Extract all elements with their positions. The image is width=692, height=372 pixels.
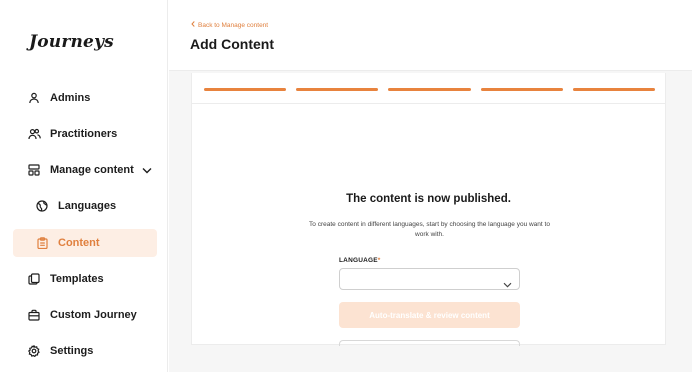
briefcase-icon <box>27 308 41 322</box>
language-label: LANGUAGE* <box>339 257 381 264</box>
sidebar-item-settings[interactable]: Settings <box>13 337 157 365</box>
divider <box>192 103 665 104</box>
sidebar-item-custom-journey[interactable]: Custom Journey <box>13 301 157 329</box>
back-link-label: Back to Manage content <box>198 21 269 29</box>
sidebar-item-content[interactable]: Content <box>13 229 157 257</box>
stepper-step <box>388 88 471 91</box>
chevron-left-icon <box>191 21 195 29</box>
globe-icon <box>35 199 49 213</box>
published-title: The content is now published. <box>346 193 511 205</box>
copy-icon <box>27 272 41 286</box>
layout-icon <box>27 163 41 177</box>
sidebar-item-manage-content[interactable]: Manage content <box>13 156 157 184</box>
content-card: The content is now published. To create … <box>191 73 666 346</box>
secondary-button[interactable] <box>339 340 520 346</box>
sidebar-item-label: Settings <box>50 345 94 357</box>
sidebar-item-languages[interactable]: Languages <box>13 192 157 220</box>
sidebar-item-label: Languages <box>58 200 117 212</box>
sidebar-item-label: Content <box>58 237 100 249</box>
app-logo[interactable]: Journeys <box>29 32 114 52</box>
stepper-step <box>296 88 379 91</box>
sidebar-item-label: Practitioners <box>50 128 118 140</box>
sidebar: Journeys Admins Practitioners Manage con… <box>0 0 168 372</box>
stepper-step <box>204 88 287 91</box>
language-select[interactable] <box>339 268 520 290</box>
main-content: The content is now published. To create … <box>169 71 692 372</box>
sidebar-item-label: Manage content <box>50 164 134 176</box>
stepper-step <box>572 88 656 91</box>
clipboard-icon <box>35 236 49 250</box>
progress-stepper <box>204 88 656 92</box>
page-header: Back to Manage content Add Content <box>169 0 692 71</box>
chevron-down-icon[interactable] <box>142 167 152 174</box>
sidebar-item-label: Admins <box>50 92 91 104</box>
user-icon <box>27 91 41 105</box>
sidebar-item-practitioners[interactable]: Practitioners <box>13 120 157 148</box>
sidebar-item-admins[interactable]: Admins <box>13 84 157 112</box>
sidebar-item-label: Templates <box>50 273 104 285</box>
back-link[interactable]: Back to Manage content <box>191 21 268 29</box>
sidebar-item-label: Custom Journey <box>50 309 137 321</box>
sidebar-item-templates[interactable]: Templates <box>13 265 157 293</box>
stepper-step <box>480 88 563 91</box>
gear-icon <box>27 344 41 358</box>
required-mark: * <box>377 257 381 264</box>
users-icon <box>27 127 41 141</box>
auto-translate-button[interactable]: Auto-translate & review content <box>339 302 520 328</box>
page-title: Add Content <box>190 36 274 52</box>
published-description: To create content in different languages… <box>309 221 550 238</box>
chevron-down-icon <box>503 275 512 293</box>
